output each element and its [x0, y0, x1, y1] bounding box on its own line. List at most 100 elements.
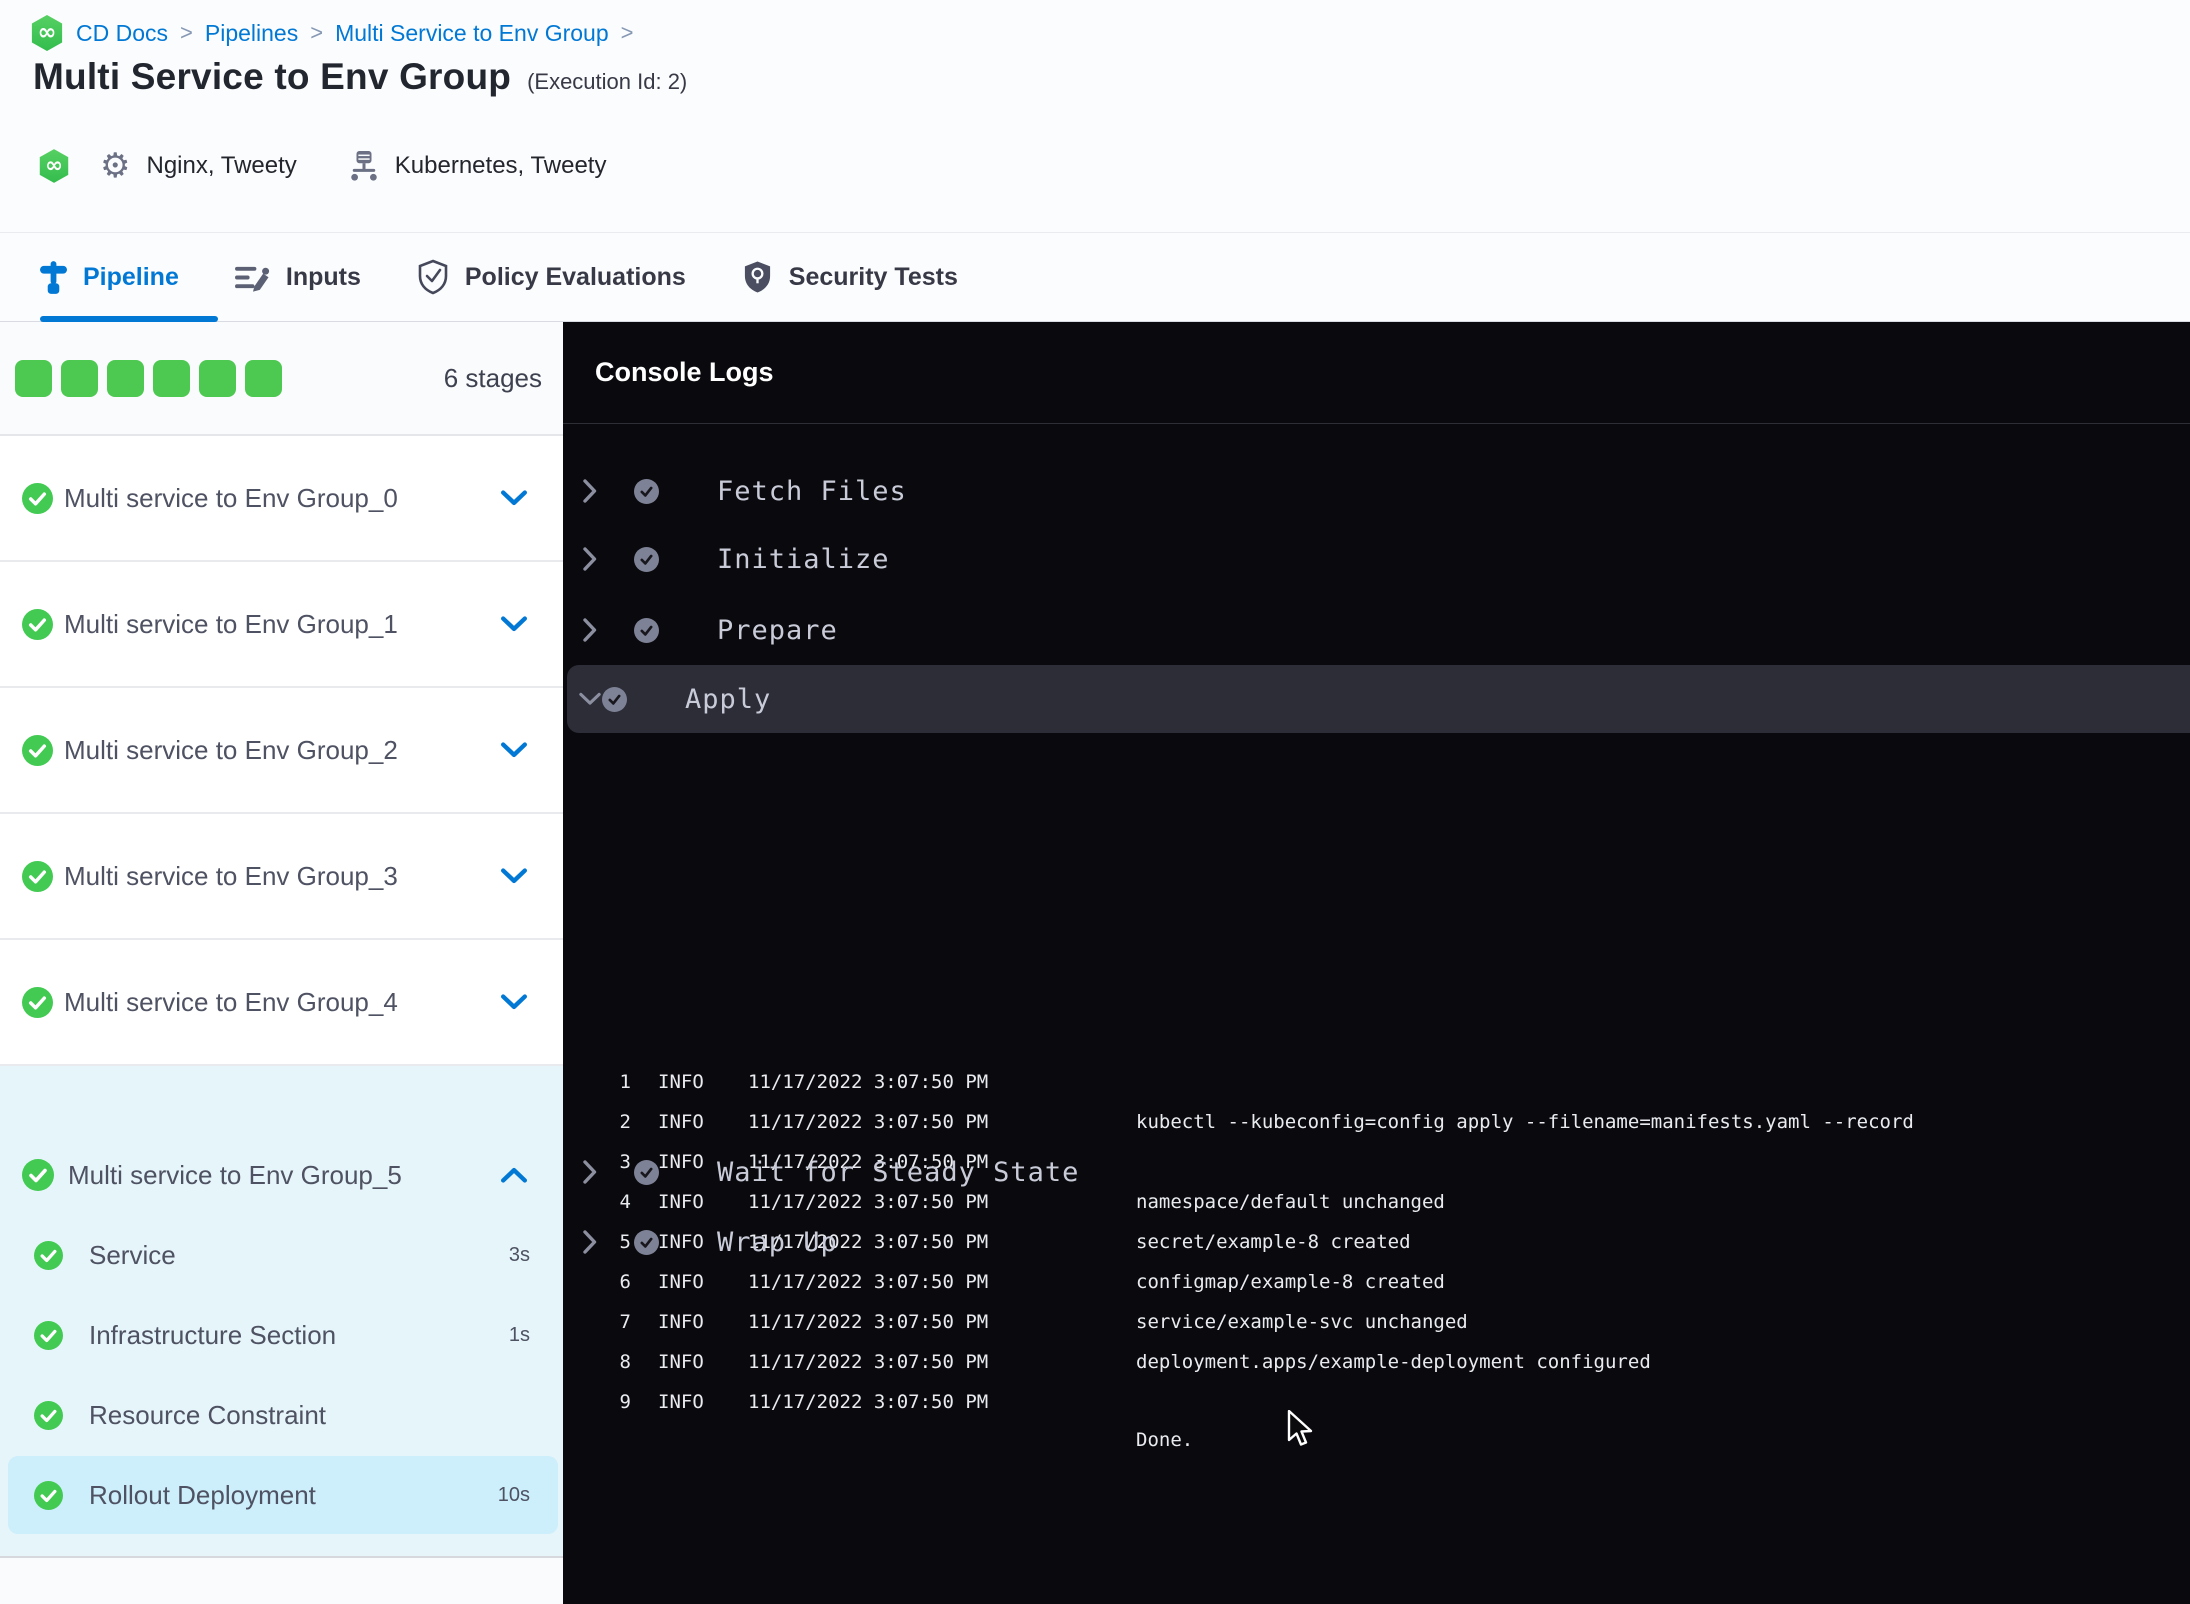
chevron-right-icon[interactable] [578, 1230, 602, 1254]
stage-label: Multi service to Env Group_1 [64, 608, 398, 639]
log-level: INFO [658, 1391, 704, 1413]
breadcrumb-separator: > [620, 20, 634, 45]
breadcrumb-link-cd-docs[interactable]: CD Docs [76, 20, 168, 47]
stage-progress-squares [15, 359, 282, 397]
console-step-label: Wrap Up [717, 1226, 838, 1258]
log-line: 9 INFO 11/17/2022 3:07:50 PM [563, 1382, 2190, 1422]
chevron-down-icon[interactable] [501, 742, 527, 758]
tab-policy-evaluations[interactable]: Policy Evaluations [417, 259, 686, 295]
success-check-icon [22, 860, 53, 892]
log-level: INFO [658, 1071, 704, 1093]
console-step-wrap-up[interactable]: Wrap Up [563, 1214, 2190, 1270]
log-line: 7 INFO 11/17/2022 3:07:50 PM service/exa… [563, 1302, 2190, 1342]
chevron-down-icon[interactable] [501, 490, 527, 506]
chevron-right-icon[interactable] [578, 547, 602, 571]
log-line: 8 INFO 11/17/2022 3:07:50 PM deployment.… [563, 1342, 2190, 1382]
log-timestamp: 11/17/2022 3:07:50 PM [748, 1351, 989, 1373]
log-level: INFO [658, 1311, 704, 1333]
breadcrumb-link-pipelines[interactable]: Pipelines [205, 20, 298, 47]
stages-sidebar: 6 stages Multi service to Env Group_0 Mu… [0, 322, 563, 1604]
harness-logo-icon: ∞ [30, 14, 64, 52]
chevron-right-icon[interactable] [578, 1160, 602, 1184]
console-step-label: Wait for Steady State [717, 1156, 1080, 1188]
console-title: Console Logs [595, 357, 774, 387]
mouse-cursor [1287, 1409, 1315, 1455]
tab-inputs[interactable]: Inputs [234, 261, 361, 294]
log-line: 2 INFO 11/17/2022 3:07:50 PM kubectl --k… [563, 1102, 2190, 1142]
step-duration: 10s [497, 1483, 530, 1506]
page-title: Multi Service to Env Group [33, 56, 512, 97]
tab-label: Policy Evaluations [464, 262, 686, 291]
step-row-resource-constraint[interactable]: Resource Constraint [8, 1376, 558, 1454]
log-line-number: 2 [619, 1111, 631, 1133]
console-step-prepare[interactable]: Prepare [563, 602, 2190, 658]
stage-label: Multi service to Env Group_0 [64, 482, 398, 513]
console-step-initialize[interactable]: Initialize [563, 531, 2190, 587]
chevron-right-icon[interactable] [578, 479, 602, 503]
stage-label: Multi service to Env Group_5 [68, 1159, 402, 1190]
breadcrumb-link-pipeline-name[interactable]: Multi Service to Env Group [335, 20, 609, 47]
success-check-icon [22, 986, 53, 1018]
step-row-service[interactable]: Service 3s [8, 1216, 558, 1294]
environments-label: Kubernetes, Tweety [394, 152, 607, 179]
log-timestamp: 11/17/2022 3:07:50 PM [748, 1391, 989, 1413]
tab-label: Pipeline [83, 262, 179, 291]
console-logs-panel: Console Logs Fetch Files Initialize Prep… [563, 322, 2190, 1604]
stage-label: Multi service to Env Group_3 [64, 860, 398, 891]
log-line-number: 9 [619, 1391, 631, 1413]
log-message: deployment.apps/example-deployment confi… [1136, 1351, 1651, 1373]
stage-square [107, 359, 144, 397]
stage-row[interactable]: Multi service to Env Group_3 [0, 814, 563, 940]
log-line-number: 8 [619, 1351, 631, 1373]
stage-row[interactable]: Multi service to Env Group_0 [0, 436, 563, 562]
environments-icon [349, 149, 379, 183]
step-success-icon [634, 546, 659, 572]
execution-meta-row: ∞ ⚙ Nginx, Tweety Kubernetes, Tweety [38, 148, 606, 184]
breadcrumb-separator: > [180, 20, 193, 45]
title-row: Multi Service to Env Group (Execution Id… [33, 56, 687, 98]
step-row-infrastructure[interactable]: Infrastructure Section 1s [8, 1296, 558, 1374]
tab-pipeline[interactable]: Pipeline [40, 260, 179, 294]
success-check-icon [34, 1480, 63, 1510]
svg-text:∞: ∞ [45, 153, 63, 178]
step-row-rollout-deployment[interactable]: Rollout Deployment 10s [8, 1456, 558, 1534]
stage-row-expanded[interactable]: Multi service to Env Group_5 [22, 1142, 527, 1208]
services-gear-icon: ⚙ [100, 147, 131, 185]
stage-row[interactable]: Multi service to Env Group_4 [0, 940, 563, 1066]
chevron-down-icon[interactable] [501, 616, 527, 632]
inputs-icon [234, 261, 270, 294]
log-timestamp: 11/17/2022 3:07:50 PM [748, 1111, 989, 1133]
console-step-label: Fetch Files [717, 475, 907, 507]
chevron-right-icon[interactable] [578, 618, 602, 642]
success-check-icon [22, 734, 53, 766]
tab-label: Inputs [285, 262, 361, 291]
stage-row[interactable]: Multi service to Env Group_2 [0, 688, 563, 814]
chevron-down-icon[interactable] [578, 692, 602, 706]
step-success-icon [634, 617, 659, 643]
log-message: kubectl --kubeconfig=config apply --file… [1136, 1111, 1914, 1133]
step-success-icon [634, 478, 659, 504]
chevron-down-icon[interactable] [501, 868, 527, 884]
log-line: 1 INFO 11/17/2022 3:07:50 PM [563, 1062, 2190, 1102]
console-step-apply-expanded[interactable]: Apply [567, 665, 2190, 733]
stages-summary: 6 stages [0, 322, 563, 436]
log-timestamp: 11/17/2022 3:07:50 PM [748, 1071, 989, 1093]
tab-security-tests[interactable]: Security Tests [742, 259, 958, 295]
console-step-fetch-files[interactable]: Fetch Files [563, 463, 2190, 519]
step-label: Infrastructure Section [89, 1319, 337, 1350]
execution-id-label: (Execution Id: 2) [527, 69, 688, 94]
chevron-down-icon[interactable] [501, 994, 527, 1010]
step-label: Resource Constraint [89, 1399, 326, 1430]
step-label: Service [89, 1239, 176, 1270]
stage-square [15, 359, 52, 397]
step-duration: 1s [508, 1323, 530, 1346]
stage-square [153, 359, 190, 397]
stage-row[interactable]: Multi service to Env Group_1 [0, 562, 563, 688]
chevron-up-icon[interactable] [501, 1167, 527, 1183]
console-step-wait-for-steady-state[interactable]: Wait for Steady State [563, 1144, 2190, 1200]
pipeline-icon [40, 260, 67, 294]
log-line-number: 7 [619, 1311, 631, 1333]
log-level: INFO [658, 1111, 704, 1133]
breadcrumb-separator: > [310, 20, 324, 45]
step-success-icon [634, 1229, 659, 1255]
